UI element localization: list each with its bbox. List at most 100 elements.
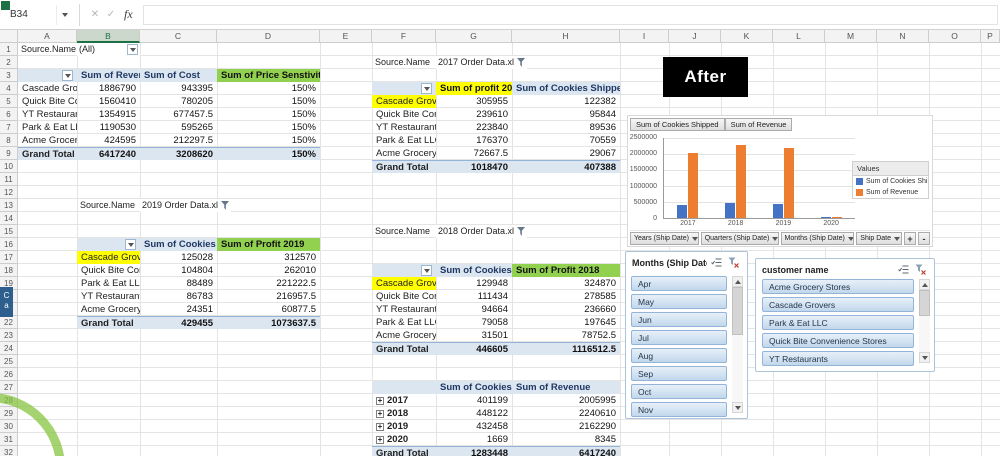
column-header[interactable]: M [825, 30, 877, 43]
pivot-cell[interactable]: 150% [217, 148, 320, 160]
slicer-item[interactable]: Acme Grocery Stores [762, 279, 914, 294]
scrollbar-track[interactable] [732, 287, 743, 402]
row-header[interactable]: 6 [0, 108, 18, 121]
row-header[interactable]: 28 [0, 394, 18, 407]
pivot-cell[interactable]: Quick Bite Con [372, 290, 436, 303]
axis-field-button[interactable]: Years (Ship Date) [630, 232, 699, 245]
pivot-cell[interactable]: 1116512.5 [512, 343, 620, 355]
scroll-down-button[interactable] [732, 402, 743, 413]
row-labels-filter[interactable] [372, 82, 436, 95]
row-header[interactable]: 4 [0, 82, 18, 95]
pivot-cell[interactable]: 8345 [512, 433, 620, 446]
filter-value[interactable]: (All) [77, 43, 140, 56]
filter-value[interactable]: 2019 Order Data.xl [140, 199, 232, 212]
row-header[interactable]: 27 [0, 381, 18, 394]
chart-field-button[interactable]: Sum of Cookies Shipped [630, 118, 725, 131]
pivot-cell[interactable]: 129948 [436, 277, 512, 290]
column-header[interactable]: K [721, 30, 773, 43]
pivot-cell[interactable]: 31501 [436, 329, 512, 342]
pivot-cell[interactable]: 216957.5 [217, 290, 320, 303]
pivot-cell[interactable]: 401199 [436, 394, 512, 407]
scroll-down-button[interactable] [919, 352, 930, 363]
formula-input[interactable] [142, 4, 998, 25]
row-header[interactable]: 25 [0, 355, 18, 368]
column-header[interactable]: L [773, 30, 825, 43]
column-header[interactable]: H [512, 30, 620, 43]
row-header[interactable]: 2 [0, 56, 18, 69]
pivot-cell[interactable]: YT Restaurants [372, 121, 436, 134]
column-header[interactable]: B [77, 30, 140, 43]
pivot-cell[interactable]: YT Restaurants [18, 108, 77, 121]
pivot-cell[interactable]: Park & Eat LLC [372, 134, 436, 147]
pivot-cell[interactable]: 70559 [512, 134, 620, 147]
expand-icon[interactable] [376, 396, 384, 405]
pivot-cell[interactable]: 312570 [217, 251, 320, 264]
slicer-item[interactable]: Sep [631, 366, 727, 381]
row-header[interactable]: 26 [0, 368, 18, 381]
clear-filter-icon[interactable] [913, 263, 928, 276]
pivot-cell[interactable]: Park & Eat LLC [18, 121, 77, 134]
pivot-cell[interactable]: Cascade Grove [77, 251, 140, 264]
pivot-cell[interactable]: 1073637.5 [217, 317, 320, 329]
row-labels-filter[interactable] [77, 238, 140, 251]
row-header[interactable]: 32 [0, 446, 18, 456]
slicer-item[interactable]: Oct [631, 384, 727, 399]
scroll-up-button[interactable] [919, 279, 930, 290]
pivot-cell[interactable]: 150% [217, 121, 320, 134]
pivot-cell[interactable]: Acme Grocery [372, 329, 436, 342]
expand-entire-field-button[interactable]: + [904, 232, 916, 245]
row-header[interactable]: 22 [0, 316, 18, 329]
filter-value[interactable]: 2018 Order Data.xl [436, 225, 528, 238]
pivot-cell[interactable]: 176370 [436, 134, 512, 147]
axis-field-button[interactable]: Ship Date [856, 232, 902, 245]
pivot-cell[interactable]: 446605 [436, 343, 512, 355]
row-labels-filter[interactable] [18, 69, 77, 82]
pivot-col-header[interactable]: Sum of Cookies Shipped [512, 82, 620, 95]
pivot-cell[interactable]: 150% [217, 95, 320, 108]
enter-icon[interactable]: ✓ [103, 9, 119, 20]
slicer-item[interactable]: YT Restaurants [762, 351, 914, 366]
pivot-col-header[interactable]: Sum of Cookies Shipped [436, 381, 512, 394]
pivot-cell[interactable]: 236660 [512, 303, 620, 316]
pivot-cell[interactable]: 3208620 [140, 148, 217, 160]
pivot-cell[interactable]: Cascade Grove [372, 95, 436, 108]
pivot-cell[interactable]: Quick Bite Con [77, 264, 140, 277]
pivot-cell[interactable]: 1354915 [77, 108, 140, 121]
pivot-cell[interactable]: 1560410 [77, 95, 140, 108]
pivot-cell[interactable]: Grand Total [372, 343, 436, 355]
chart-field-button[interactable]: Sum of Revenue [724, 118, 793, 131]
row-header[interactable]: 24 [0, 342, 18, 355]
pivot-cell[interactable]: 305955 [436, 95, 512, 108]
pivot-cell[interactable]: 86783 [140, 290, 217, 303]
pivot-cell[interactable]: 150% [217, 82, 320, 95]
row-header[interactable]: 15 [0, 225, 18, 238]
pivot-cell[interactable]: 1190530 [77, 121, 140, 134]
slicer-item[interactable]: Nov [631, 402, 727, 417]
pivot-cell[interactable]: 1886790 [77, 82, 140, 95]
pivot-cell[interactable]: 94664 [436, 303, 512, 316]
column-header[interactable]: D [217, 30, 320, 43]
axis-field-button[interactable]: Quarters (Ship Date) [700, 232, 779, 245]
pivot-col-header[interactable]: Sum of Price Senstivity [217, 69, 320, 82]
pivot-cell[interactable]: 150% [217, 134, 320, 147]
column-header[interactable]: G [436, 30, 512, 43]
pivot-cell[interactable]: 29067 [512, 147, 620, 160]
pivot-cell[interactable]: 72667.5 [436, 147, 512, 160]
clear-filter-icon[interactable] [726, 256, 741, 269]
dropdown-icon[interactable] [127, 44, 138, 55]
filter-value[interactable]: 2017 Order Data.xl [436, 56, 528, 69]
row-header[interactable]: 13 [0, 199, 18, 212]
pivot-col-header[interactable]: Sum of Cookies Shipped [140, 238, 217, 251]
pivot-cell[interactable]: 407388 [512, 161, 620, 173]
pivot-cell[interactable]: 424595 [77, 134, 140, 147]
row-header[interactable]: 23 [0, 329, 18, 342]
pivot-cell[interactable]: 223840 [436, 121, 512, 134]
column-header[interactable]: C [140, 30, 217, 43]
pivot-col-header[interactable]: Sum of Profit 2018 [512, 264, 620, 277]
expand-icon[interactable] [376, 435, 384, 444]
row-header[interactable]: 17 [0, 251, 18, 264]
row-labels-filter[interactable] [372, 264, 436, 277]
axis-field-button[interactable]: Months (Ship Date) [780, 232, 855, 245]
pivot-cell[interactable]: Park & Eat LLC [77, 277, 140, 290]
pivot-cell[interactable]: 125028 [140, 251, 217, 264]
